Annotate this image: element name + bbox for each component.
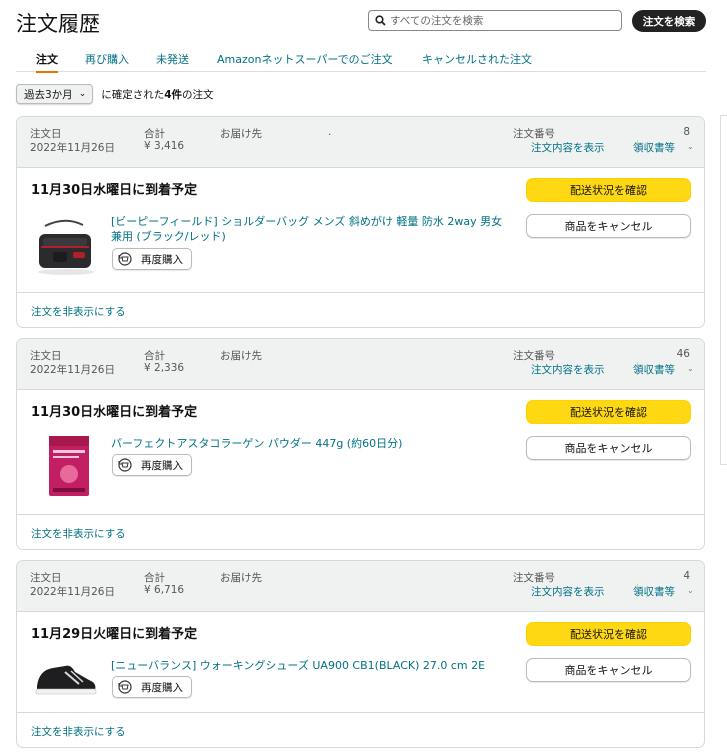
search-box[interactable] <box>368 10 622 31</box>
buy-again-button[interactable]: 再度購入 <box>112 454 192 476</box>
order-date: 2022年11月26日 <box>30 364 115 376</box>
order-card: 注文日 2022年11月26日 合計 ¥ 6,716 お届け先 注文番号 4 注… <box>16 560 705 748</box>
cancel-items-button[interactable]: 商品をキャンセル <box>526 214 691 238</box>
order-total: ¥ 6,716 <box>144 584 185 596</box>
order-number-label: 注文番号 <box>513 350 555 362</box>
product-title-link[interactable]: [ニューバランス] ウォーキングシューズ UA900 CB1(BLACK) 27… <box>111 658 511 673</box>
order-total: ¥ 2,336 <box>144 362 185 374</box>
order-date-label: 注文日 <box>30 128 62 140</box>
ship-to-label: お届け先 <box>220 350 262 362</box>
order-number: 8 <box>683 126 690 138</box>
order-number-label: 注文番号 <box>513 572 555 584</box>
side-panel-edge <box>720 115 727 465</box>
order-header: 注文日 2022年11月26日 合計 ¥ 2,336 お届け先 注文番号 46 … <box>17 339 704 390</box>
search-icon <box>375 15 386 26</box>
period-select-value: 過去3か月 <box>24 88 73 101</box>
buy-again-icon <box>118 252 132 266</box>
cancel-items-button[interactable]: 商品をキャンセル <box>526 658 691 682</box>
order-footer: 注文を非表示にする <box>17 713 704 747</box>
order-footer: 注文を非表示にする <box>17 293 704 327</box>
ship-to-value[interactable]: . <box>328 126 331 138</box>
delivery-status: 11月30日水曜日に到着予定 <box>31 183 198 198</box>
search-orders-button[interactable]: 注文を検索 <box>632 10 706 32</box>
track-package-button[interactable]: 配送状況を確認 <box>526 178 691 202</box>
view-order-details-link[interactable]: 注文内容を表示 <box>531 362 605 377</box>
total-label: 合計 <box>144 572 165 584</box>
buy-again-button[interactable]: 再度購入 <box>112 676 192 698</box>
order-date-label: 注文日 <box>30 572 62 584</box>
order-body: 11月30日水曜日に到着予定 パーフェクトアスタコラーゲン パウダー 447g … <box>17 390 704 515</box>
cancel-items-button[interactable]: 商品をキャンセル <box>526 436 691 460</box>
order-footer: 注文を非表示にする <box>17 515 704 549</box>
product-image[interactable] <box>31 216 101 281</box>
order-date-label: 注文日 <box>30 350 62 362</box>
product-image[interactable] <box>31 658 101 701</box>
order-body: 11月29日火曜日に到着予定 [ニューバランス] ウォーキングシューズ UA90… <box>17 612 704 713</box>
buy-again-label: 再度購入 <box>141 459 183 472</box>
order-body: 11月30日水曜日に到着予定 [ビーピーフィールド] ショルダーバッグ メンズ … <box>17 168 704 293</box>
tab-buy-again[interactable]: 再び購入 <box>85 51 129 67</box>
hide-order-link[interactable]: 注文を非表示にする <box>31 304 126 319</box>
chevron-down-icon: ⌄ <box>78 89 87 99</box>
order-count: 4件 <box>164 88 183 101</box>
order-number-label: 注文番号 <box>513 128 555 140</box>
order-count-text: に確定された4件の注文 <box>101 88 214 101</box>
view-order-details-link[interactable]: 注文内容を表示 <box>531 140 605 155</box>
delivery-status: 11月30日水曜日に到着予定 <box>31 405 198 420</box>
hide-order-link[interactable]: 注文を非表示にする <box>31 724 126 739</box>
buy-again-icon <box>118 458 132 472</box>
view-order-details-link[interactable]: 注文内容を表示 <box>531 584 605 599</box>
order-total: ¥ 3,416 <box>144 140 185 152</box>
product-image[interactable] <box>47 434 91 501</box>
ship-to-label: お届け先 <box>220 572 262 584</box>
tab-orders[interactable]: 注文 <box>36 51 58 73</box>
period-select[interactable]: 過去3か月 ⌄ <box>16 84 94 104</box>
chevron-down-icon[interactable]: ⌄ <box>687 586 694 595</box>
receipt-link[interactable]: 領収書等 <box>633 584 675 599</box>
chevron-down-icon[interactable]: ⌄ <box>687 142 694 151</box>
page-title: 注文履歴 <box>16 12 100 36</box>
tab-amazon-net-super[interactable]: Amazonネットスーパーでのご注文 <box>217 51 393 67</box>
order-number: 4 <box>683 570 690 582</box>
total-label: 合計 <box>144 350 165 362</box>
total-label: 合計 <box>144 128 165 140</box>
order-card: 注文日 2022年11月26日 合計 ¥ 2,336 お届け先 注文番号 46 … <box>16 338 705 550</box>
order-number: 46 <box>676 348 690 360</box>
tab-not-shipped[interactable]: 未発送 <box>156 51 189 67</box>
buy-again-icon <box>118 680 132 694</box>
order-header: 注文日 2022年11月26日 合計 ¥ 3,416 お届け先 . 注文番号 8… <box>17 117 704 168</box>
product-title-link[interactable]: パーフェクトアスタコラーゲン パウダー 447g (約60日分) <box>111 436 511 451</box>
search-input[interactable] <box>390 14 610 27</box>
chevron-down-icon[interactable]: ⌄ <box>687 364 694 373</box>
order-date: 2022年11月26日 <box>30 142 115 154</box>
delivery-status: 11月29日火曜日に到着予定 <box>31 627 198 642</box>
ship-to-label: お届け先 <box>220 128 262 140</box>
order-tabs: 注文 再び購入 未発送 Amazonネットスーパーでのご注文 キャンセルされた注… <box>16 50 706 73</box>
order-card: 注文日 2022年11月26日 合計 ¥ 3,416 お届け先 . 注文番号 8… <box>16 116 705 328</box>
track-package-button[interactable]: 配送状況を確認 <box>526 400 691 424</box>
order-header: 注文日 2022年11月26日 合計 ¥ 6,716 お届け先 注文番号 4 注… <box>17 561 704 612</box>
buy-again-label: 再度購入 <box>141 253 183 266</box>
buy-again-button[interactable]: 再度購入 <box>112 248 192 270</box>
order-date: 2022年11月26日 <box>30 586 115 598</box>
receipt-link[interactable]: 領収書等 <box>633 362 675 377</box>
product-title-link[interactable]: [ビーピーフィールド] ショルダーバッグ メンズ 斜めがけ 軽量 防水 2way… <box>111 214 511 244</box>
receipt-link[interactable]: 領収書等 <box>633 140 675 155</box>
buy-again-label: 再度購入 <box>141 681 183 694</box>
order-filter: 過去3か月 ⌄ に確定された4件の注文 <box>16 84 214 104</box>
hide-order-link[interactable]: 注文を非表示にする <box>31 526 126 541</box>
track-package-button[interactable]: 配送状況を確認 <box>526 622 691 646</box>
tab-cancelled[interactable]: キャンセルされた注文 <box>422 51 532 67</box>
